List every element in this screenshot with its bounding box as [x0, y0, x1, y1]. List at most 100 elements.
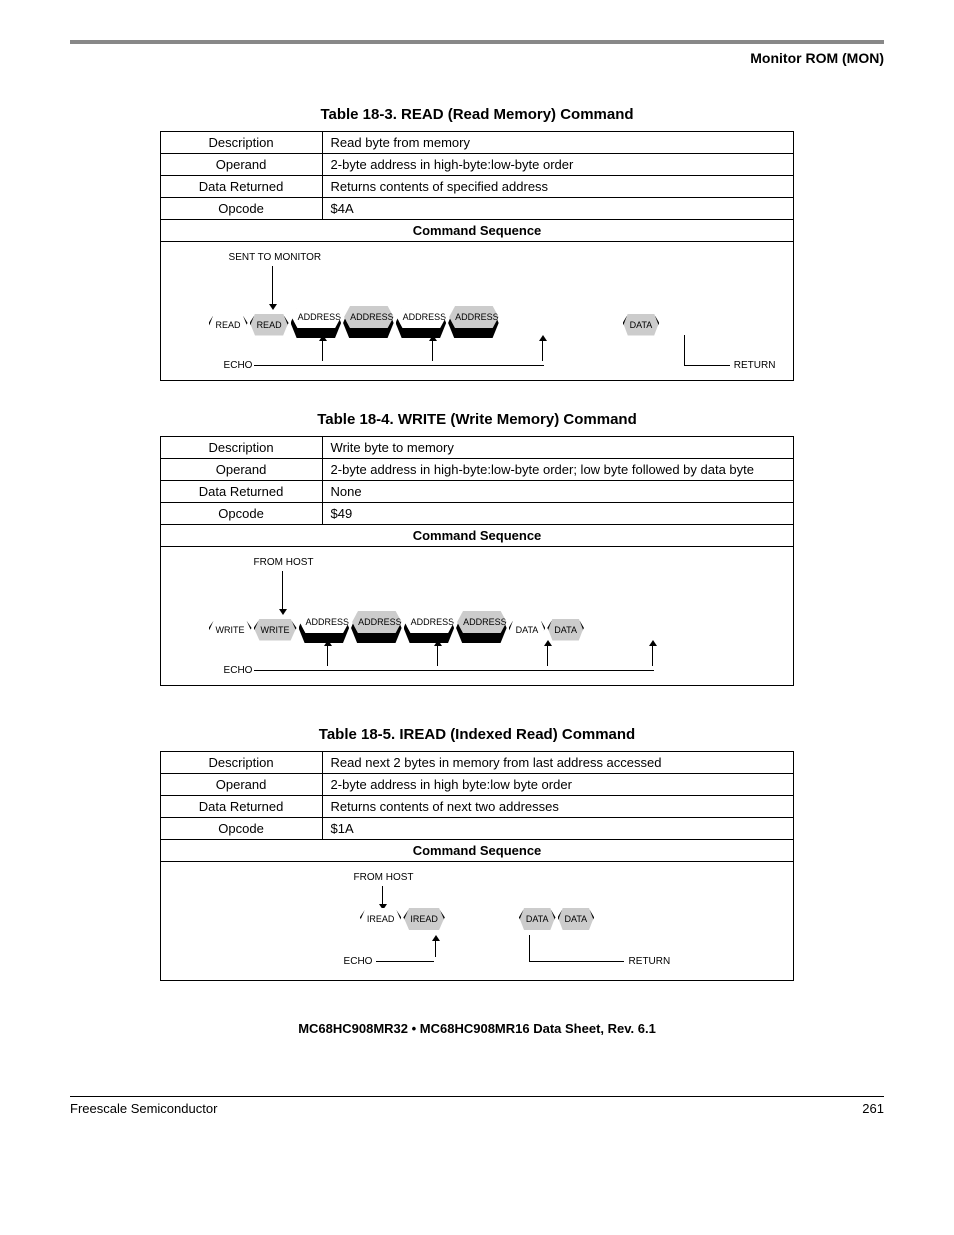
seq-diagram-read: SENT TO MONITOR READ READ ADDRESS HIGH A…: [169, 252, 786, 372]
row-label: Description: [160, 437, 322, 459]
row-label: Description: [160, 752, 322, 774]
table-18-5: DescriptionRead next 2 bytes in memory f…: [160, 751, 795, 981]
footer-left: Freescale Semiconductor: [70, 1101, 217, 1116]
row-value: $49: [322, 503, 794, 525]
arrow-down: [379, 886, 387, 910]
row-label: Data Returned: [160, 481, 322, 503]
seq-box-addr-low-echo: ADDRESS LOW: [456, 613, 507, 643]
row-label: Operand: [160, 154, 322, 176]
row-value: 2-byte address in high-byte:low-byte ord…: [322, 154, 794, 176]
row-label: Data Returned: [160, 176, 322, 198]
seq-box-addr-low-echo: ADDRESS LOW: [448, 308, 499, 338]
table-row: Operand2-byte address in high byte:low b…: [160, 774, 794, 796]
seq-row: WRITE WRITE ADDRESS HIGH ADDRESS HIGH AD…: [169, 613, 786, 643]
seq-box-write-echo: WRITE: [254, 621, 297, 636]
seq-box-iread-echo: IREAD: [403, 910, 445, 925]
cmd-seq-cell: FROM HOST WRITE WRITE ADDRESS HIGH ADDRE…: [160, 547, 794, 686]
row-value: 2-byte address in high byte:low byte ord…: [322, 774, 794, 796]
footer-row: Freescale Semiconductor 261: [70, 1101, 884, 1116]
row-value: Write byte to memory: [322, 437, 794, 459]
arrow-up: [649, 640, 657, 666]
arrow-down: [269, 266, 277, 310]
seq-box-data-echo: DATA: [547, 621, 584, 636]
bottom-left-label: ECHO: [224, 665, 253, 676]
seq-box-data: DATA: [623, 316, 660, 331]
table-row: FROM HOST IREAD IREAD DATA DATA ECHO RET…: [160, 862, 794, 981]
seq-box-addr-low: ADDRESS LOW: [396, 308, 447, 338]
cmd-seq-header: Command Sequence: [160, 525, 794, 547]
row-label: Opcode: [160, 198, 322, 220]
table-caption-18-4: Table 18-4. WRITE (Write Memory) Command: [70, 411, 884, 428]
row-label: Opcode: [160, 818, 322, 840]
echo-line: [254, 365, 544, 366]
table-row: Command Sequence: [160, 220, 794, 242]
table-caption-18-5: Table 18-5. IREAD (Indexed Read) Command: [70, 726, 884, 743]
table-row: SENT TO MONITOR READ READ ADDRESS HIGH A…: [160, 242, 794, 381]
top-label: FROM HOST: [254, 557, 314, 568]
table-row: DescriptionWrite byte to memory: [160, 437, 794, 459]
return-vline: [529, 935, 530, 962]
seq-box-iread: IREAD: [360, 910, 402, 925]
table-row: DescriptionRead byte from memory: [160, 132, 794, 154]
section-header: Monitor ROM (MON): [70, 50, 884, 66]
footer-right: 261: [862, 1101, 884, 1116]
cmd-seq-cell: SENT TO MONITOR READ READ ADDRESS HIGH A…: [160, 242, 794, 381]
table-18-3: DescriptionRead byte from memory Operand…: [160, 131, 795, 381]
table-18-4: DescriptionWrite byte to memory Operand2…: [160, 436, 795, 686]
row-label: Operand: [160, 774, 322, 796]
seq-row: READ READ ADDRESS HIGH ADDRESS HIGH ADDR…: [169, 308, 786, 338]
seq-box-data: DATA: [509, 621, 546, 636]
table-row: Operand2-byte address in high-byte:low-b…: [160, 154, 794, 176]
top-label: SENT TO MONITOR: [229, 252, 322, 263]
return-vline: [684, 335, 685, 366]
echo-line: [254, 670, 654, 671]
table-row: Command Sequence: [160, 525, 794, 547]
bottom-right-label: RETURN: [734, 360, 776, 371]
row-label: Opcode: [160, 503, 322, 525]
footer-title: MC68HC908MR32 • MC68HC908MR16 Data Sheet…: [70, 1021, 884, 1036]
row-value: $1A: [322, 818, 794, 840]
return-line: [529, 961, 624, 962]
table-row: Opcode$4A: [160, 198, 794, 220]
table-row: Opcode$1A: [160, 818, 794, 840]
table-row: Data ReturnedReturns contents of specifi…: [160, 176, 794, 198]
table-row: Command Sequence: [160, 840, 794, 862]
seq-box-addr-high-echo: ADDRESS HIGH: [343, 308, 394, 338]
arrow-up: [544, 640, 552, 666]
page: Monitor ROM (MON) Table 18-3. READ (Read…: [0, 0, 954, 1146]
seq-diagram-iread: FROM HOST IREAD IREAD DATA DATA ECHO RET…: [169, 872, 786, 972]
table-row: Data ReturnedReturns contents of next tw…: [160, 796, 794, 818]
table-row: Opcode$49: [160, 503, 794, 525]
bottom-left-label: ECHO: [344, 956, 373, 967]
arrow-up: [324, 640, 332, 666]
seq-row: IREAD IREAD DATA DATA: [169, 910, 786, 925]
arrow-up: [539, 335, 547, 361]
seq-box-addr-low: ADDRESS LOW: [404, 613, 455, 643]
seq-box-data2: DATA: [558, 910, 595, 925]
seq-box-write: WRITE: [209, 621, 252, 636]
bottom-right-label: RETURN: [629, 956, 671, 967]
cmd-seq-header: Command Sequence: [160, 220, 794, 242]
table-row: DescriptionRead next 2 bytes in memory f…: [160, 752, 794, 774]
row-value: 2-byte address in high-byte:low-byte ord…: [322, 459, 794, 481]
arrow-up: [432, 935, 440, 957]
row-value: Returns contents of specified address: [322, 176, 794, 198]
top-label: FROM HOST: [354, 872, 414, 883]
seq-box-read-echo: READ: [250, 316, 289, 331]
row-label: Operand: [160, 459, 322, 481]
table-caption-18-3: Table 18-3. READ (Read Memory) Command: [70, 106, 884, 123]
seq-box-read: READ: [209, 316, 248, 331]
bottom-left-label: ECHO: [224, 360, 253, 371]
row-value: Returns contents of next two addresses: [322, 796, 794, 818]
return-line: [685, 365, 730, 366]
seq-box-addr-high: ADDRESS HIGH: [299, 613, 350, 643]
seq-diagram-write: FROM HOST WRITE WRITE ADDRESS HIGH ADDRE…: [169, 557, 786, 677]
arrow-down: [279, 571, 287, 615]
row-label: Data Returned: [160, 796, 322, 818]
table-row: Data ReturnedNone: [160, 481, 794, 503]
cmd-seq-header: Command Sequence: [160, 840, 794, 862]
row-value: None: [322, 481, 794, 503]
arrow-up: [429, 335, 437, 361]
seq-box-data1: DATA: [519, 910, 556, 925]
seq-box-addr-high: ADDRESS HIGH: [291, 308, 342, 338]
